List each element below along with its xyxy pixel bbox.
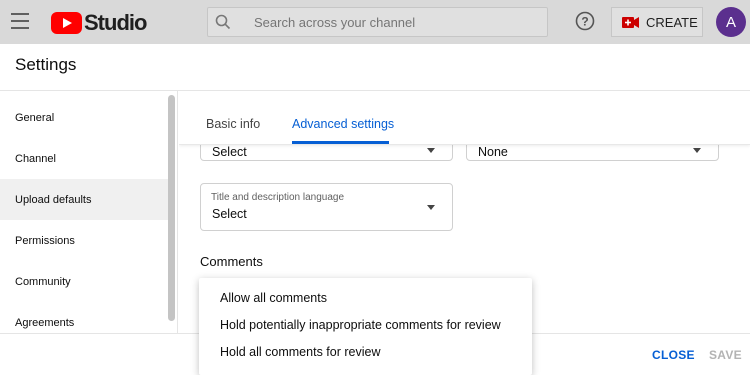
- help-icon[interactable]: ?: [575, 11, 595, 31]
- sidebar-item-label: Agreements: [15, 316, 75, 329]
- create-button[interactable]: CREATE: [611, 7, 703, 37]
- sidebar-item-community[interactable]: Community: [0, 261, 168, 302]
- chevron-down-icon: [427, 148, 435, 153]
- sidebar-scrollbar[interactable]: [168, 95, 175, 321]
- sidebar-item-upload-defaults[interactable]: Upload defaults: [0, 179, 168, 220]
- tab-basic-info[interactable]: Basic info: [206, 117, 260, 131]
- language-field-label: Title and description language: [211, 192, 345, 203]
- tab-advanced-settings[interactable]: Advanced settings: [292, 117, 394, 131]
- search-input[interactable]: [238, 14, 518, 30]
- comments-option-hold-inappropriate[interactable]: Hold potentially inappropriate comments …: [199, 311, 532, 338]
- license-select-value: None: [478, 145, 508, 159]
- chevron-down-icon: [427, 205, 435, 210]
- video-camera-icon: [622, 16, 639, 28]
- comments-heading: Comments: [200, 254, 263, 269]
- category-select-value: Select: [212, 145, 247, 159]
- settings-sidebar: General Channel Upload defaults Permissi…: [0, 91, 178, 334]
- top-app-bar: Studio ? CREATE A: [0, 0, 750, 44]
- page-title: Settings: [15, 55, 77, 74]
- sidebar-item-label: General: [15, 111, 55, 124]
- sidebar-item-general[interactable]: General: [0, 97, 168, 138]
- studio-logo[interactable]: Studio: [51, 10, 147, 36]
- active-tab-indicator: [292, 141, 389, 144]
- title-description-language-select[interactable]: Title and description language Select: [200, 183, 453, 231]
- sidebar-item-label: Community: [15, 275, 71, 288]
- close-button[interactable]: CLOSE: [652, 348, 695, 362]
- save-button[interactable]: SAVE: [709, 348, 742, 362]
- comments-dropdown-menu: Allow all comments Hold potentially inap…: [199, 278, 532, 375]
- comments-option-allow-all[interactable]: Allow all comments: [199, 284, 532, 311]
- sidebar-item-label: Permissions: [15, 234, 75, 247]
- sidebar-item-agreements[interactable]: Agreements: [0, 302, 168, 334]
- sidebar-item-channel[interactable]: Channel: [0, 138, 168, 179]
- sidebar-item-label: Channel: [15, 152, 56, 165]
- sidebar-item-permissions[interactable]: Permissions: [0, 220, 168, 261]
- language-field-value: Select: [212, 207, 247, 221]
- chevron-down-icon: [693, 148, 701, 153]
- hamburger-menu-icon[interactable]: [11, 13, 29, 29]
- youtube-logo-icon: [51, 12, 82, 34]
- search-icon: [208, 14, 238, 30]
- search-box[interactable]: [207, 7, 548, 37]
- tab-bar: Basic info Advanced settings: [179, 91, 750, 145]
- logo-text: Studio: [84, 10, 147, 35]
- avatar[interactable]: A: [716, 7, 746, 37]
- sidebar-item-label: Upload defaults: [15, 193, 92, 206]
- svg-text:?: ?: [581, 15, 588, 29]
- comments-option-hold-all[interactable]: Hold all comments for review: [199, 338, 532, 365]
- create-label: CREATE: [646, 14, 698, 30]
